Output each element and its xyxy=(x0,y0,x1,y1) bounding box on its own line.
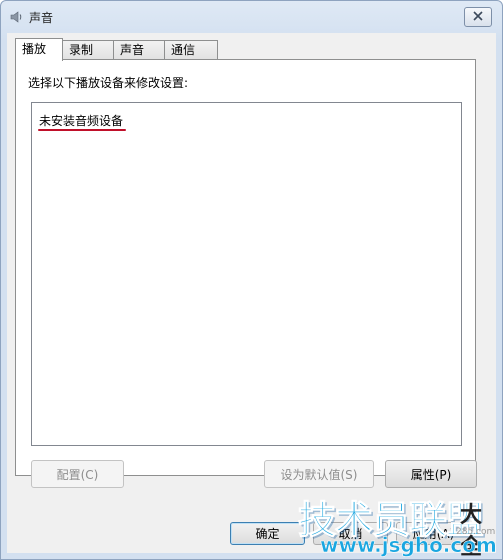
set-default-button[interactable]: 设为默认值(S) xyxy=(264,460,374,488)
sound-dialog: 声音 播放 录制 声音 通信 选择以下播放设备来修改设置: 未安装音频设备 配置… xyxy=(0,0,503,560)
cancel-button[interactable]: 取消 xyxy=(313,522,388,545)
dialog-client-area: 播放 录制 声音 通信 选择以下播放设备来修改设置: 未安装音频设备 配置(C)… xyxy=(7,33,496,553)
tab-label: 通信 xyxy=(171,43,196,57)
instruction-text: 选择以下播放设备来修改设置: xyxy=(28,76,189,90)
speaker-icon xyxy=(9,9,25,25)
close-icon xyxy=(473,10,483,24)
tab-label: 播放 xyxy=(22,42,47,56)
window-title: 声音 xyxy=(29,11,54,25)
apply-button[interactable]: 应用(A) xyxy=(396,522,471,545)
title-bar: 声音 xyxy=(1,1,502,31)
tab-playback[interactable]: 播放 xyxy=(15,38,63,61)
playback-panel: 选择以下播放设备来修改设置: 未安装音频设备 配置(C) 设为默认值(S) 属性… xyxy=(15,59,477,488)
no-device-message: 未安装音频设备 xyxy=(39,114,124,128)
tab-recording[interactable]: 录制 xyxy=(62,40,114,59)
tab-label: 录制 xyxy=(69,43,94,57)
ok-button[interactable]: 确定 xyxy=(230,522,305,545)
close-button[interactable] xyxy=(464,7,492,27)
properties-button[interactable]: 属性(P) xyxy=(385,460,477,488)
tab-label: 声音 xyxy=(120,43,145,57)
configure-button[interactable]: 配置(C) xyxy=(31,460,124,488)
tab-sounds[interactable]: 声音 xyxy=(113,40,165,59)
red-underline-annotation xyxy=(38,129,126,131)
device-list[interactable]: 未安装音频设备 xyxy=(31,102,462,446)
tab-communications[interactable]: 通信 xyxy=(164,40,218,59)
